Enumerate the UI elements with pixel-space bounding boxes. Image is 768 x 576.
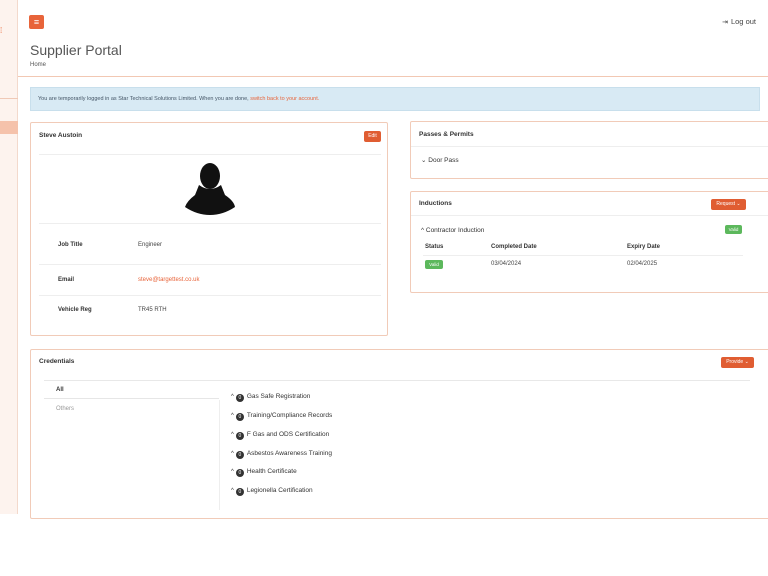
inductions-title: Inductions xyxy=(419,200,452,207)
credential-item[interactable]: ^ 0 Health Certificate xyxy=(231,468,297,477)
chevron-up-icon: ^ xyxy=(231,488,234,494)
credential-name: Training/Compliance Records xyxy=(246,412,333,419)
passes-panel: Passes & Permits ⌄ Door Pass xyxy=(410,121,768,179)
request-label: Request xyxy=(716,201,736,207)
logout-button[interactable]: ⇥ Log out xyxy=(722,17,756,26)
credential-item[interactable]: ^ 0 Training/Compliance Records xyxy=(231,412,332,421)
credential-name: Legionella Certification xyxy=(246,487,313,494)
email-label: Email xyxy=(58,277,75,283)
divider xyxy=(411,146,768,147)
vehicle-reg-label: Vehicle Reg xyxy=(58,307,92,313)
contractor-induction-toggle[interactable]: ^ Contractor Induction xyxy=(421,227,484,234)
completed-date-column-header: Completed Date xyxy=(491,244,537,250)
count-badge: 0 xyxy=(235,488,244,496)
left-sidebar: ⁞ xyxy=(0,0,18,514)
sidebar-toggle-icon[interactable]: ⁞ xyxy=(0,26,2,35)
tab-bar-line xyxy=(44,380,750,381)
contractor-induction-label: Contractor Induction xyxy=(425,227,485,234)
chevron-up-icon: ^ xyxy=(231,469,234,475)
divider xyxy=(423,255,743,256)
page-title: Supplier Portal xyxy=(30,42,122,58)
header-divider xyxy=(18,76,768,77)
credential-item[interactable]: ^ 0 Asbestos Awareness Training xyxy=(231,450,332,459)
status-column-header: Status xyxy=(425,244,444,250)
expiry-date-column-header: Expiry Date xyxy=(627,244,661,250)
credential-item[interactable]: ^ 0 Legionella Certification xyxy=(231,487,313,496)
status-badge: Valid xyxy=(425,260,443,269)
tab-divider xyxy=(219,400,220,510)
credentials-title: Credentials xyxy=(39,358,75,365)
provide-label: Provide xyxy=(726,359,744,365)
divider xyxy=(411,215,768,216)
credential-name: Gas Safe Registration xyxy=(246,393,311,400)
divider xyxy=(39,264,381,265)
profile-name: Steve Austoin xyxy=(39,132,83,139)
chevron-up-icon: ^ xyxy=(231,394,234,400)
credential-item[interactable]: ^ 0 Gas Safe Registration xyxy=(231,393,310,402)
tab-all[interactable]: All xyxy=(44,382,219,399)
count-badge: 0 xyxy=(235,432,244,440)
completed-date-value: 03/04/2024 xyxy=(491,261,522,267)
sidebar-divider xyxy=(0,98,18,99)
edit-button[interactable]: Edit xyxy=(364,131,381,142)
credential-name: Health Certificate xyxy=(246,468,297,475)
divider xyxy=(39,295,381,296)
count-badge: 0 xyxy=(235,469,244,477)
credential-name: Asbestos Awareness Training xyxy=(246,450,332,457)
alert-text: You are temporarily logged in as Star Te… xyxy=(38,96,251,102)
count-badge: 0 xyxy=(235,413,244,421)
user-silhouette-icon xyxy=(185,163,235,215)
count-badge: 0 xyxy=(235,451,244,459)
tab-others[interactable]: Others xyxy=(44,400,219,417)
door-pass-label: Door Pass xyxy=(428,157,459,164)
expiry-date-value: 02/04/2025 xyxy=(627,261,658,267)
profile-panel: Steve Austoin Edit Job Title Engineer Em… xyxy=(30,122,388,336)
chevron-up-icon: ^ xyxy=(231,413,234,419)
breadcrumb[interactable]: Home xyxy=(30,62,46,68)
credentials-panel: Credentials Provide ⌄ All Others ^ 0 Gas S… xyxy=(30,349,768,519)
impersonation-alert: You are temporarily logged in as Star Te… xyxy=(30,87,760,111)
chevron-down-icon: ⌄ xyxy=(421,157,427,164)
job-title-value: Engineer xyxy=(138,242,163,248)
main-content: ≡ ⇥ Log out Supplier Portal Home You are … xyxy=(18,0,768,519)
job-title-label: Job Title xyxy=(58,242,83,248)
logout-label: Log out xyxy=(730,17,756,26)
chevron-up-icon: ^ xyxy=(231,451,234,457)
induction-valid-badge: Valid xyxy=(725,225,742,234)
email-link[interactable]: steve@targettest.co.uk xyxy=(138,277,199,283)
passes-title: Passes & Permits xyxy=(419,131,474,138)
chevron-up-icon: ^ xyxy=(231,432,234,438)
chevron-up-icon: ^ xyxy=(421,227,425,234)
vehicle-reg-value: TR45 RTH xyxy=(138,307,167,313)
divider xyxy=(39,154,381,155)
request-button[interactable]: Request ⌄ xyxy=(711,199,746,210)
sign-out-icon: ⇥ xyxy=(722,19,728,26)
hamburger-icon[interactable]: ≡ xyxy=(29,15,44,29)
switch-back-link[interactable]: switch back to your account. xyxy=(250,96,319,102)
count-badge: 0 xyxy=(235,394,244,402)
credential-item[interactable]: ^ 0 F Gas and ODS Certification xyxy=(231,431,329,440)
provide-button[interactable]: Provide ⌄ xyxy=(721,357,754,368)
credential-name: F Gas and ODS Certification xyxy=(246,431,330,438)
chevron-down-icon: ⌄ xyxy=(744,359,749,365)
chevron-down-icon: ⌄ xyxy=(736,201,741,207)
door-pass-toggle[interactable]: ⌄ Door Pass xyxy=(421,156,459,164)
sidebar-item-active[interactable] xyxy=(0,121,18,134)
inductions-panel: Inductions Request ⌄ ^ Contractor Induct… xyxy=(410,191,768,293)
divider xyxy=(39,223,381,224)
